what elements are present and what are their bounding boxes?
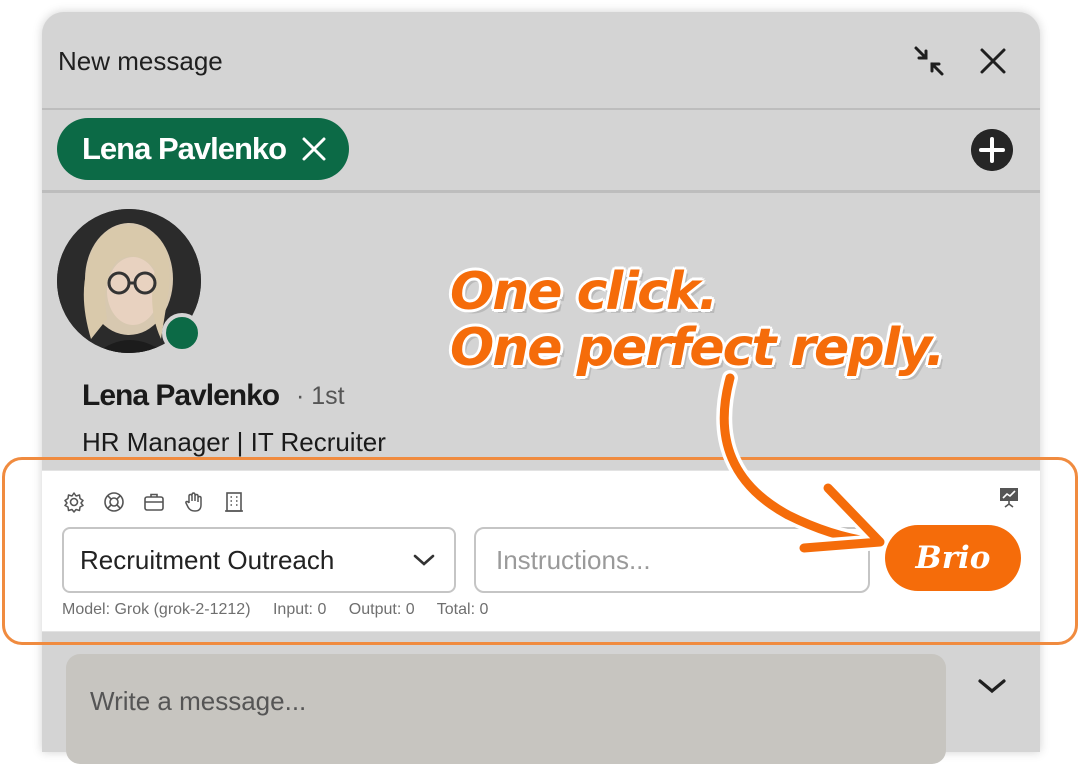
chevron-down-icon [413,554,435,566]
recipient-chip[interactable]: Lena Pavlenko [57,118,349,180]
callout-line-1: One click. [450,262,718,322]
usage-stats: Model: Grok (grok-2-1212) Input: 0 Outpu… [62,601,506,619]
profile-name[interactable]: Lena Pavlenko [82,379,280,413]
lifebuoy-icon[interactable] [103,491,125,513]
input-tokens: Input: 0 [272,601,327,618]
model-label: Model: Grok (grok-2-1212) [62,601,251,618]
remove-recipient-icon[interactable] [300,135,328,163]
settings-icon[interactable] [63,491,85,513]
callout-line-2: One perfect reply. [450,318,945,378]
hand-icon[interactable] [183,491,205,513]
profile-headline: HR Manager | IT Recruiter [82,427,386,457]
presentation-chart-icon[interactable] [998,486,1020,508]
message-input[interactable]: Write a message... [66,654,946,764]
callout-arrow [716,370,888,556]
total-tokens: Total: 0 [436,601,489,618]
add-recipient-icon[interactable] [971,129,1013,171]
recipient-row: Lena Pavlenko [42,110,1040,193]
minimize-icon[interactable] [912,44,946,78]
panel-header: New message [42,12,1040,110]
template-select[interactable]: Recruitment Outreach [62,527,456,593]
instructions-placeholder: Instructions... [496,545,651,575]
recipient-chip-label: Lena Pavlenko [82,131,287,166]
connection-degree: · 1st [296,382,345,410]
close-icon[interactable] [976,44,1010,78]
output-tokens: Output: 0 [348,601,415,618]
online-status-indicator [162,313,202,353]
panel-title: New message [58,46,223,76]
template-select-value: Recruitment Outreach [80,545,335,575]
message-placeholder: Write a message... [90,686,307,716]
building-icon[interactable] [223,491,245,513]
briefcase-icon[interactable] [143,491,165,513]
chevron-down-icon[interactable] [976,676,1008,696]
